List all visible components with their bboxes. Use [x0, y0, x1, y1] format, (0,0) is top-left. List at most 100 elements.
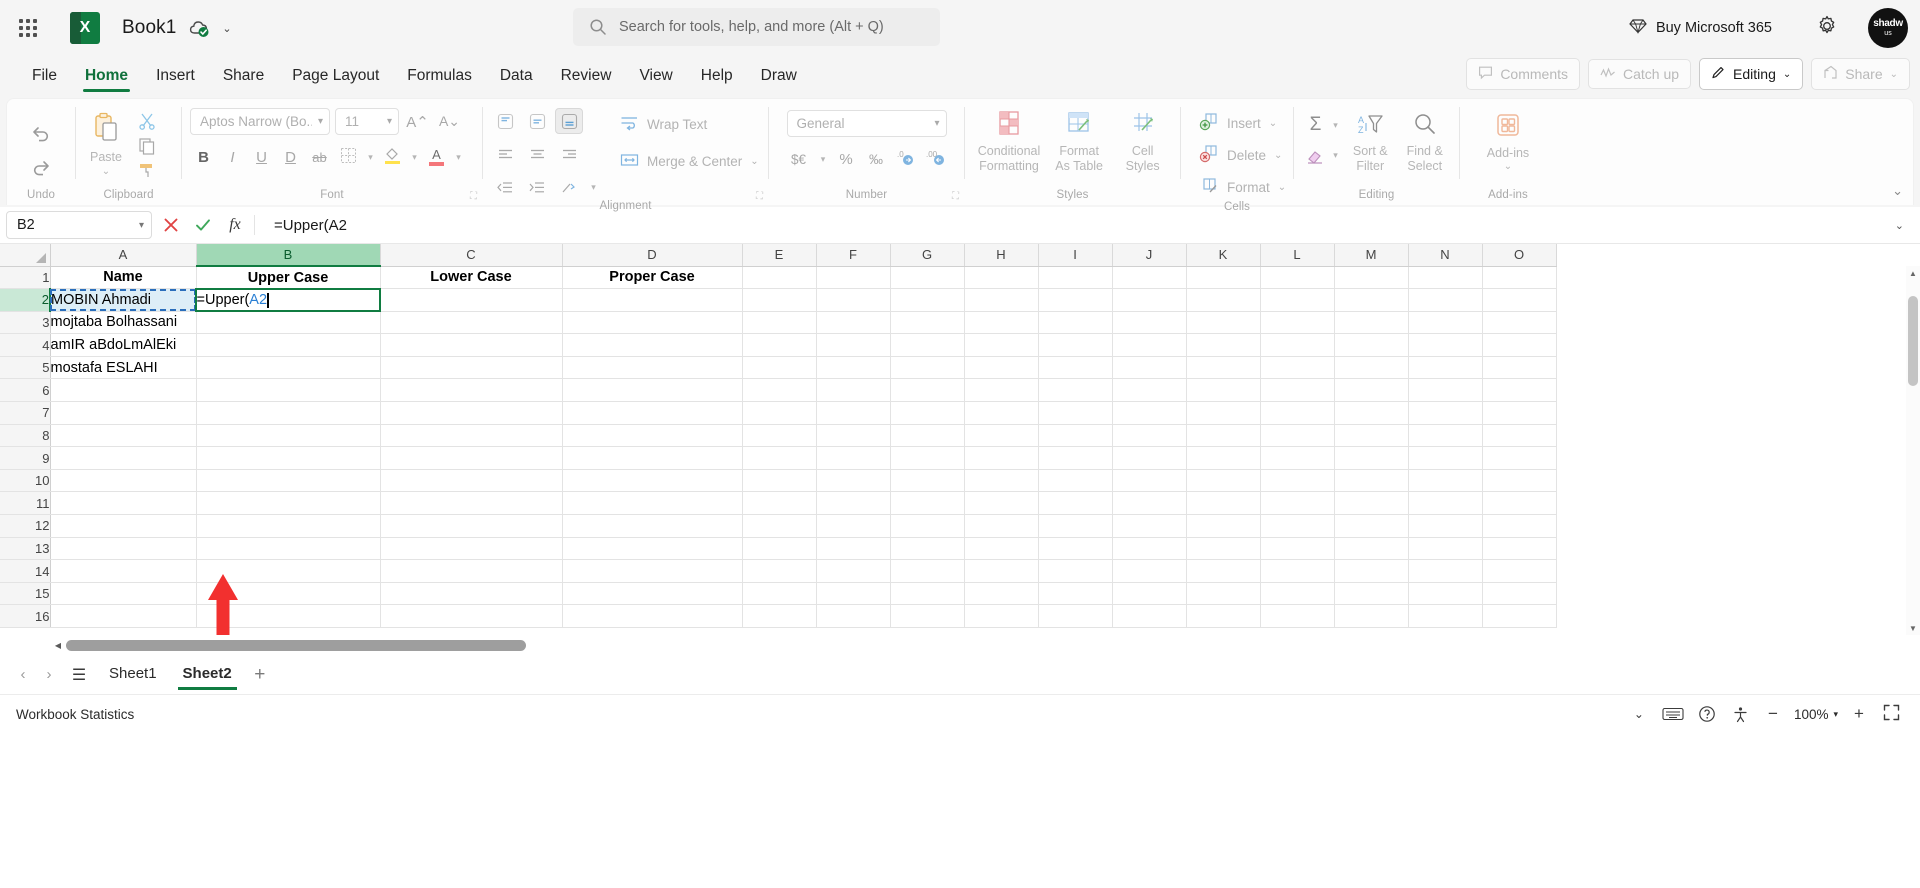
cell-j3[interactable] [1112, 311, 1187, 335]
cell-l10[interactable] [1260, 469, 1335, 493]
cell-i11[interactable] [1038, 491, 1113, 516]
cell-l11[interactable] [1260, 491, 1335, 516]
cell-g7[interactable] [890, 401, 965, 425]
column-header-l[interactable]: L [1260, 244, 1335, 267]
cell-h4[interactable] [964, 333, 1039, 357]
cell-l5[interactable] [1260, 356, 1335, 380]
cell-a14[interactable] [50, 559, 197, 583]
align-left-button[interactable] [491, 141, 519, 167]
cell-d10[interactable] [562, 469, 743, 493]
cell-c15[interactable] [380, 582, 563, 606]
decrease-font-size-button[interactable]: A⌄ [436, 109, 463, 135]
confirm-edit-button[interactable] [190, 212, 216, 238]
cell-l3[interactable] [1260, 311, 1335, 335]
cell-o5[interactable] [1482, 356, 1557, 380]
strikethrough-button[interactable]: ab [306, 144, 333, 170]
cell-a16[interactable] [50, 604, 197, 628]
sheet-tab-sheet1[interactable]: Sheet1 [96, 659, 170, 690]
cell-o1[interactable] [1482, 266, 1557, 290]
cell-h1[interactable] [964, 266, 1039, 290]
align-right-button[interactable] [555, 141, 583, 167]
cell-i2[interactable] [1038, 288, 1113, 312]
cell-i5[interactable] [1038, 356, 1113, 380]
cell-m3[interactable] [1334, 311, 1409, 335]
cell-j11[interactable] [1112, 491, 1187, 516]
scroll-down-arrow-icon[interactable]: ▼ [1906, 621, 1920, 635]
cell-i12[interactable] [1038, 514, 1113, 538]
comments-button[interactable]: Comments [1466, 58, 1580, 90]
cell-i14[interactable] [1038, 559, 1113, 583]
cancel-edit-button[interactable] [158, 212, 184, 238]
delete-cells-button[interactable]: Delete ⌄ [1193, 141, 1288, 169]
cell-j9[interactable] [1112, 446, 1187, 470]
help-icon[interactable] [1692, 701, 1722, 727]
horizontal-scroll-thumb[interactable] [66, 639, 526, 651]
format-cells-button[interactable]: Format ⌄ [1193, 173, 1292, 201]
cell-m8[interactable] [1334, 424, 1409, 448]
cell-j13[interactable] [1112, 537, 1187, 561]
cell-d14[interactable] [562, 559, 743, 583]
cell-m15[interactable] [1334, 582, 1409, 606]
cell-f2[interactable] [816, 288, 891, 312]
cell-j15[interactable] [1112, 582, 1187, 606]
cell-i16[interactable] [1038, 604, 1113, 628]
cell-h15[interactable] [964, 582, 1039, 606]
decrease-indent-button[interactable] [491, 174, 519, 200]
decrease-decimal-button[interactable]: .00 [923, 146, 950, 172]
cell-c4[interactable] [380, 333, 563, 357]
buy-microsoft-365-button[interactable]: Buy Microsoft 365 [1621, 12, 1780, 44]
cell-b4[interactable] [196, 333, 381, 357]
cell-g16[interactable] [890, 604, 965, 628]
cell-c5[interactable] [380, 356, 563, 380]
cell-e1[interactable] [742, 266, 817, 290]
tab-formulas[interactable]: Formulas [393, 67, 486, 94]
cell-a8[interactable] [50, 424, 197, 448]
row-header-10[interactable]: 10 [0, 469, 51, 493]
cell-d5[interactable] [562, 356, 743, 380]
cell-f5[interactable] [816, 356, 891, 380]
cell-j10[interactable] [1112, 469, 1187, 493]
cell-n14[interactable] [1408, 559, 1483, 583]
cell-n16[interactable] [1408, 604, 1483, 628]
cell-e11[interactable] [742, 491, 817, 516]
cell-k8[interactable] [1186, 424, 1261, 448]
cell-f4[interactable] [816, 333, 891, 357]
cell-m11[interactable] [1334, 491, 1409, 516]
clear-chevron-down-icon[interactable]: ▾ [1329, 150, 1342, 161]
editing-mode-button[interactable]: Editing ⌄ [1699, 58, 1804, 90]
cell-o16[interactable] [1482, 604, 1557, 628]
column-header-i[interactable]: I [1038, 244, 1113, 267]
cell-l14[interactable] [1260, 559, 1335, 583]
tab-insert[interactable]: Insert [142, 67, 209, 94]
cell-i10[interactable] [1038, 469, 1113, 493]
cell-c14[interactable] [380, 559, 563, 583]
tab-draw[interactable]: Draw [747, 67, 811, 94]
row-header-1[interactable]: 1 [0, 266, 51, 290]
cell-c9[interactable] [380, 446, 563, 470]
row-header-15[interactable]: 15 [0, 582, 51, 606]
underline-button[interactable]: U [248, 144, 275, 170]
user-avatar[interactable]: shadw us [1868, 8, 1908, 48]
cell-b11[interactable] [196, 491, 381, 516]
cell-l9[interactable] [1260, 446, 1335, 470]
cell-e12[interactable] [742, 514, 817, 538]
cell-h2[interactable] [964, 288, 1039, 312]
cell-n10[interactable] [1408, 469, 1483, 493]
row-header-4[interactable]: 4 [0, 333, 51, 357]
cell-k7[interactable] [1186, 401, 1261, 425]
cell-d16[interactable] [562, 604, 743, 628]
cell-a2[interactable]: MOBIN Ahmadi [50, 288, 197, 312]
cell-c6[interactable] [380, 378, 563, 403]
horizontal-scroll-track[interactable] [66, 639, 1904, 651]
cell-f15[interactable] [816, 582, 891, 606]
currency-button[interactable]: $€ [784, 146, 814, 172]
cell-a11[interactable] [50, 491, 197, 516]
italic-button[interactable]: I [219, 144, 246, 170]
alignment-dialog-launcher[interactable]: ⛶ [756, 191, 763, 202]
column-header-k[interactable]: K [1186, 244, 1261, 267]
row-header-5[interactable]: 5 [0, 356, 51, 380]
cell-f16[interactable] [816, 604, 891, 628]
tab-review[interactable]: Review [547, 67, 626, 94]
cell-h5[interactable] [964, 356, 1039, 380]
clear-button[interactable] [1302, 142, 1329, 168]
